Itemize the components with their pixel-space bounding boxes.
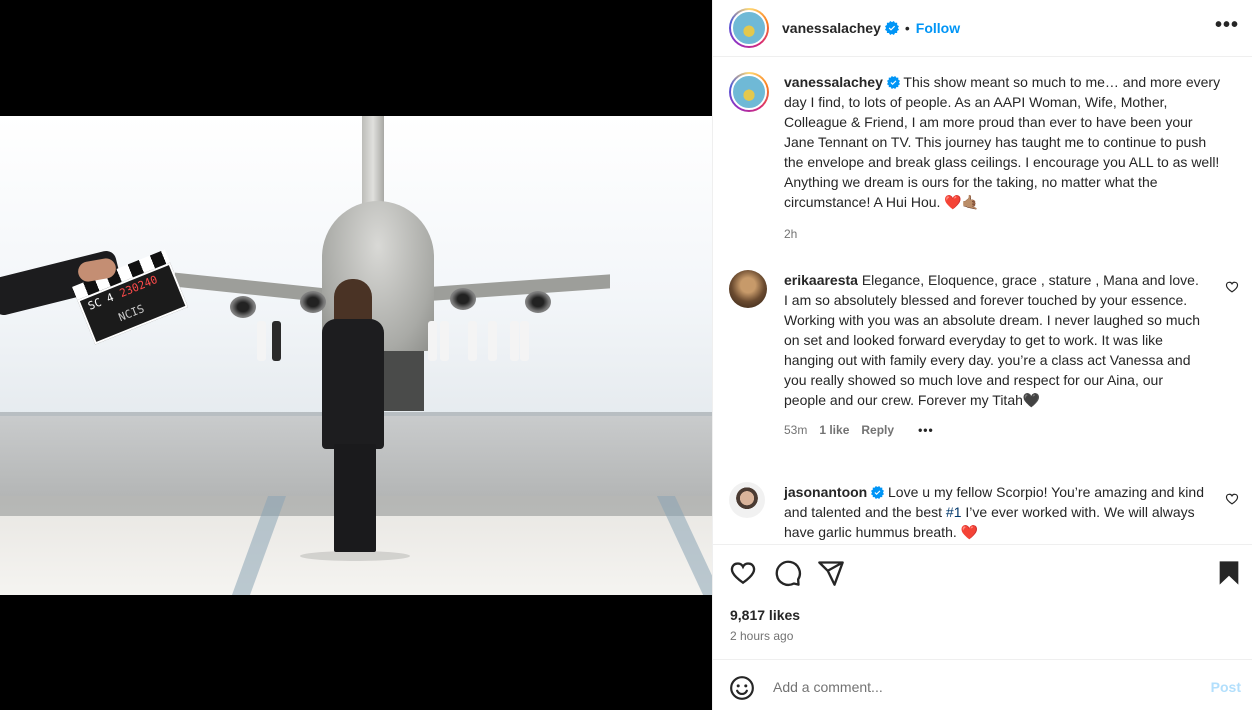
comment-item: erikaaresta Elegance, Eloquence, grace ,… — [729, 270, 1239, 440]
more-options-icon[interactable]: ••• — [1215, 15, 1239, 38]
clapper-brand: NCIS — [116, 302, 147, 325]
sailor-figure — [440, 321, 449, 361]
comment-icon[interactable] — [774, 559, 802, 587]
comment-like-count[interactable]: 1 like — [819, 420, 849, 440]
heart-icon[interactable] — [729, 559, 757, 587]
caption-username[interactable]: vanessalachey — [784, 74, 883, 90]
person-figure — [272, 321, 281, 361]
airplane-engine — [230, 296, 256, 318]
comment-more-icon[interactable]: ••• — [918, 420, 934, 440]
post-time[interactable]: 2 hours ago — [730, 629, 793, 643]
post-side-panel: vanessalachey • Follow ••• vanessalachey — [712, 0, 1252, 710]
emoji-icon[interactable] — [729, 675, 755, 701]
airplane-engine — [525, 291, 551, 313]
separator-dot: • — [904, 20, 910, 36]
woman-figure — [318, 279, 388, 554]
commenter-avatar[interactable] — [729, 482, 765, 518]
verified-icon — [884, 21, 899, 35]
comment-reply-button[interactable]: Reply — [861, 420, 894, 440]
sailor-figure — [468, 321, 477, 361]
post-header: vanessalachey • Follow ••• — [713, 0, 1252, 57]
comment-input[interactable] — [773, 672, 1193, 702]
sailor-figure — [257, 321, 266, 361]
airplane-engine — [450, 288, 476, 310]
avatar[interactable] — [729, 8, 769, 48]
hashtag-link[interactable]: #1 — [946, 504, 962, 520]
author-username[interactable]: vanessalachey — [782, 20, 881, 36]
comment-username[interactable]: erikaaresta — [784, 272, 858, 288]
comment-item: jasonantoon Love u my fellow Scorpio! Yo… — [729, 482, 1239, 542]
action-bar: 9,817 likes 2 hours ago — [713, 544, 1252, 659]
avatar[interactable] — [729, 72, 769, 112]
comment-like-heart-icon[interactable] — [1225, 280, 1239, 294]
comment-age[interactable]: 53m — [784, 420, 807, 440]
commenter-avatar[interactable] — [729, 270, 767, 308]
caption-text: This show meant so much to me… and more … — [784, 74, 1221, 210]
post-photo: SC 4 230240 NCIS — [0, 116, 712, 595]
sailor-figure — [510, 321, 519, 361]
likes-count[interactable]: 9,817 likes — [730, 607, 800, 623]
sailor-figure — [488, 321, 497, 361]
comment-username[interactable]: jasonantoon — [784, 484, 867, 500]
airplane-tail — [362, 116, 384, 206]
add-comment-bar: Post — [713, 659, 1252, 710]
sailor-figure — [520, 321, 529, 361]
comments-list[interactable]: vanessalachey This show meant so much to… — [713, 58, 1252, 544]
post-comment-button[interactable]: Post — [1211, 679, 1241, 695]
follow-button[interactable]: Follow — [916, 20, 960, 36]
bookmark-icon[interactable] — [1215, 559, 1243, 587]
comment-like-heart-icon[interactable] — [1225, 492, 1239, 506]
verified-icon — [871, 486, 885, 499]
sailor-figure — [428, 321, 437, 361]
comment-text: Elegance, Eloquence, grace , stature , M… — [784, 272, 1201, 408]
post-media[interactable]: SC 4 230240 NCIS — [0, 0, 712, 710]
verified-icon — [886, 76, 900, 89]
clapper-scene: SC 4 — [86, 290, 116, 313]
caption-age[interactable]: 2h — [784, 224, 797, 244]
share-icon[interactable] — [817, 559, 845, 587]
caption: vanessalachey This show meant so much to… — [729, 72, 1239, 244]
